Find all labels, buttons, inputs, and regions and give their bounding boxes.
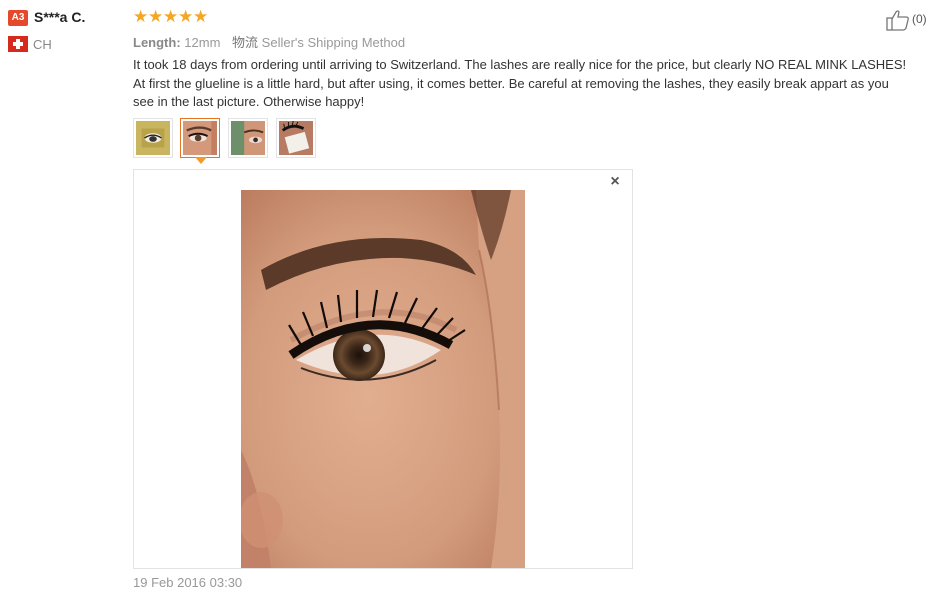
swiss-flag-icon — [8, 36, 28, 52]
length-value: 12mm — [184, 35, 221, 50]
selected-thumbnail-pointer — [195, 157, 207, 164]
thumbnail-lash-strip[interactable] — [276, 118, 316, 158]
lash-strip-image — [279, 120, 313, 155]
thumbnail-eye-closeup[interactable] — [180, 118, 220, 158]
eye-photo-image — [241, 190, 525, 568]
review-date: 19 Feb 2016 03:30 — [133, 575, 243, 590]
review-photo[interactable] — [241, 190, 525, 568]
review-text: It took 18 days from ordering until arri… — [133, 57, 907, 109]
star-icon: ★ — [193, 7, 209, 26]
star-icon: ★ — [163, 7, 179, 26]
thumbnail-lash-package[interactable] — [133, 118, 173, 158]
star-icon: ★ — [148, 7, 164, 26]
thumbnail-eye-side[interactable] — [228, 118, 268, 158]
review-attributes: Length: 12mm 物流 Seller's Shipping Method — [133, 32, 405, 51]
buyer-country: CH — [33, 37, 52, 52]
eye-closeup-image — [183, 121, 217, 155]
length-label: Length: — [133, 35, 181, 50]
close-viewer-button[interactable]: × — [608, 173, 622, 191]
star-icon: ★ — [133, 7, 149, 26]
eye-side-image — [231, 121, 265, 155]
shipping-method: Seller's Shipping Method — [261, 35, 406, 50]
star-rating: ★★★★★ — [133, 7, 208, 27]
lash-package-image — [136, 121, 170, 155]
shipping-label: 物流 — [232, 35, 259, 50]
thumbs-up-icon[interactable] — [886, 9, 910, 31]
buyer-name: S***a C. — [34, 9, 86, 25]
helpful-count[interactable]: (0) — [912, 12, 927, 26]
star-icon: ★ — [178, 7, 194, 26]
buyer-level-badge: A3 — [8, 10, 28, 26]
